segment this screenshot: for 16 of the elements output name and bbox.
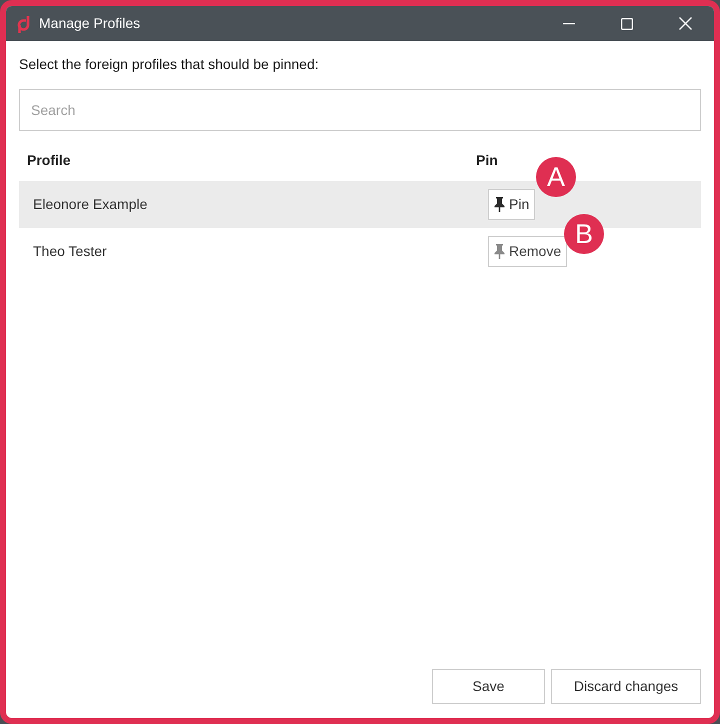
- app-logo-icon: [17, 14, 31, 32]
- profile-name: Eleonore Example: [33, 195, 148, 214]
- discard-button[interactable]: Discard changes: [551, 669, 701, 704]
- window-title: Manage Profiles: [39, 14, 140, 33]
- save-button[interactable]: Save: [432, 669, 545, 704]
- instruction-text: Select the foreign profiles that should be pinned:: [19, 55, 320, 74]
- profile-name: Theo Tester: [33, 242, 108, 261]
- close-icon: [678, 17, 692, 30]
- column-header: Profile: [27, 151, 72, 170]
- pin-button[interactable]: Pin: [488, 189, 536, 220]
- search-field[interactable]: Search: [19, 89, 701, 131]
- column-header: Pin: [476, 151, 498, 170]
- pin-button[interactable]: Remove: [488, 236, 568, 267]
- maximize-icon: [621, 18, 633, 30]
- minimize-icon: [563, 22, 575, 24]
- callout-badge: A: [536, 157, 576, 197]
